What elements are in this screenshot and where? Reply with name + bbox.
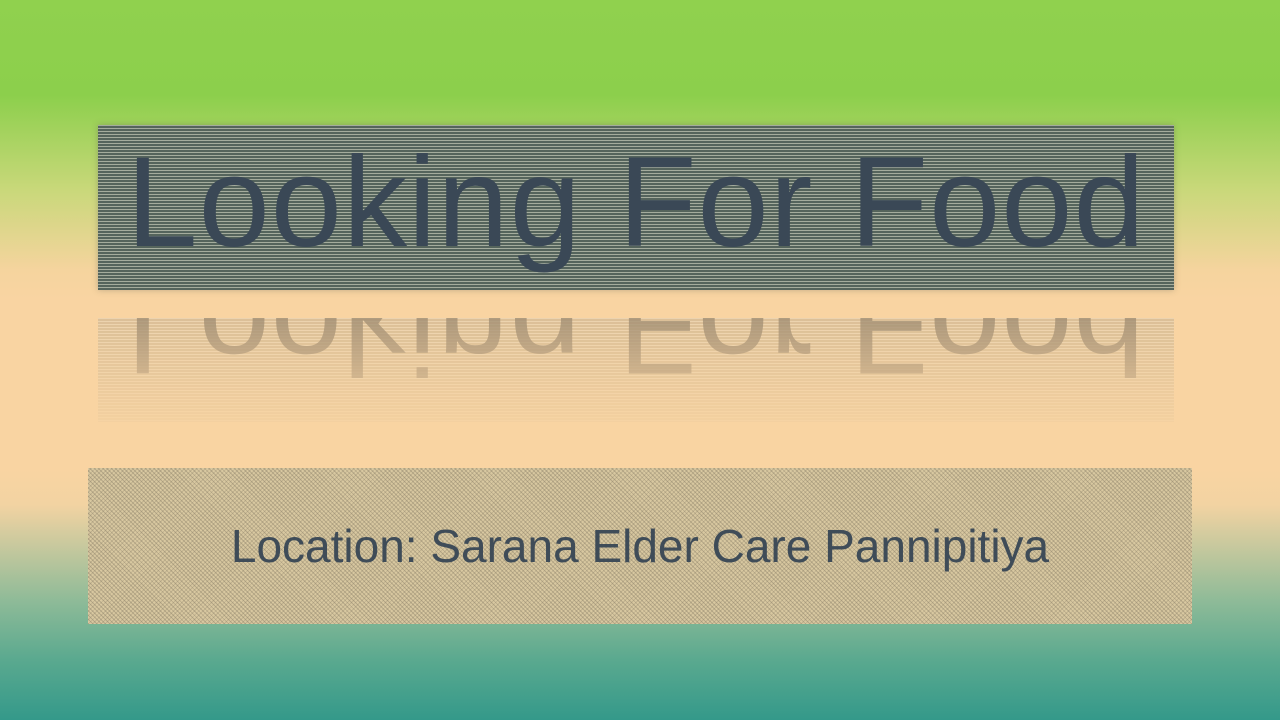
slide-title: Looking For Food [126, 131, 1146, 274]
subtitle-box: Location: Sarana Elder Care Pannipitiya [88, 468, 1192, 624]
title-reflection-text: Looking For Food [126, 318, 1146, 400]
slide-subtitle: Location: Sarana Elder Care Pannipitiya [230, 520, 1050, 572]
title-box: Looking For Food [98, 125, 1174, 290]
presentation-slide: Looking For Food Looking For Food Locati… [0, 0, 1280, 720]
title-reflection: Looking For Food [98, 318, 1174, 422]
